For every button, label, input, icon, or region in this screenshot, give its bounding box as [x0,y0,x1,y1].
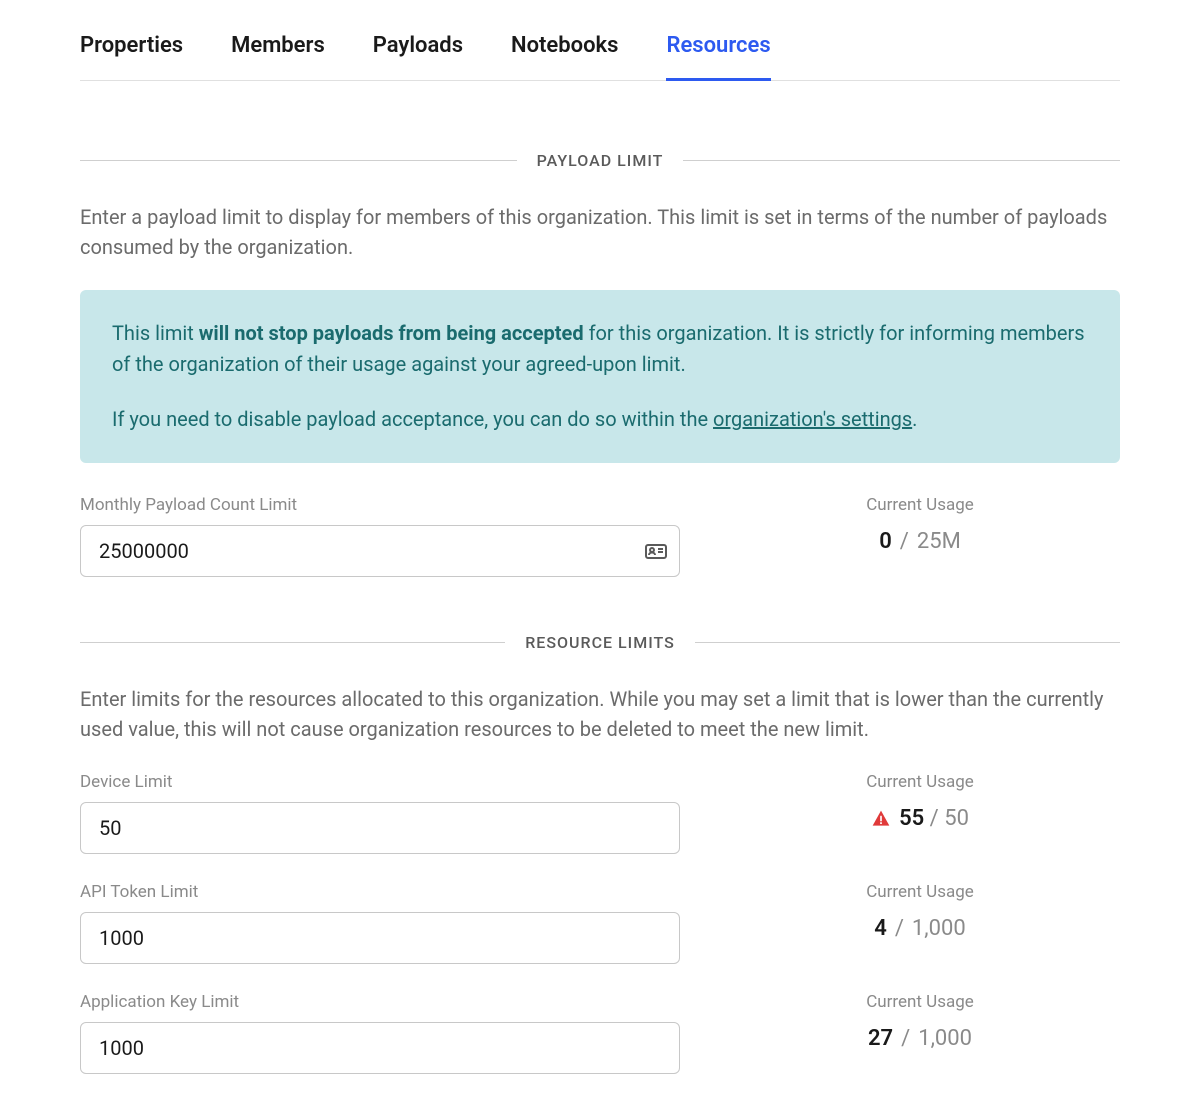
api-token-usage-value: 4 / 1,000 [720,916,1120,941]
id-card-icon [644,539,668,563]
info-text: . [912,407,917,431]
info-text-bold: will not stop payloads from being accept… [199,321,584,345]
payload-limit-section: PAYLOAD LIMIT Enter a payload limit to d… [80,151,1120,577]
payload-limit-info-box: This limit will not stop payloads from b… [80,290,1120,463]
application-key-limit-input[interactable] [80,1022,680,1074]
tab-members[interactable]: Members [231,21,325,81]
info-text: This limit [112,321,199,345]
api-token-limit-input[interactable] [80,912,680,964]
tab-payloads[interactable]: Payloads [373,21,463,81]
current-usage-label: Current Usage [720,772,1120,792]
device-limit-input[interactable] [80,802,680,854]
payload-limit-heading: PAYLOAD LIMIT [537,151,664,170]
app-key-usage-value: 27 / 1,000 [720,1026,1120,1051]
tab-properties[interactable]: Properties [80,21,183,81]
api-token-limit-label: API Token Limit [80,882,680,902]
divider-line [80,642,505,643]
warning-icon [871,809,891,829]
payload-limit-description: Enter a payload limit to display for mem… [80,202,1120,262]
tabs: Properties Members Payloads Notebooks Re… [80,20,1120,81]
current-usage-label: Current Usage [720,882,1120,902]
device-limit-label: Device Limit [80,772,680,792]
current-usage-label: Current Usage [720,992,1120,1012]
organization-settings-link[interactable]: organization's settings [713,407,912,431]
divider-line [80,160,517,161]
tab-notebooks[interactable]: Notebooks [511,21,618,81]
resource-limits-section: RESOURCE LIMITS Enter limits for the res… [80,633,1120,1074]
divider-line [683,160,1120,161]
tab-resources[interactable]: Resources [666,21,770,81]
payload-usage-value: 0 / 25M [720,529,1120,554]
application-key-limit-label: Application Key Limit [80,992,680,1012]
monthly-payload-count-label: Monthly Payload Count Limit [80,495,680,515]
current-usage-label: Current Usage [720,495,1120,515]
monthly-payload-count-input[interactable] [80,525,680,577]
device-usage-value: 55 / 50 [720,806,1120,831]
info-text: If you need to disable payload acceptanc… [112,407,713,431]
resource-limits-heading: RESOURCE LIMITS [525,633,675,652]
divider-line [695,642,1120,643]
resource-limits-description: Enter limits for the resources allocated… [80,684,1120,744]
